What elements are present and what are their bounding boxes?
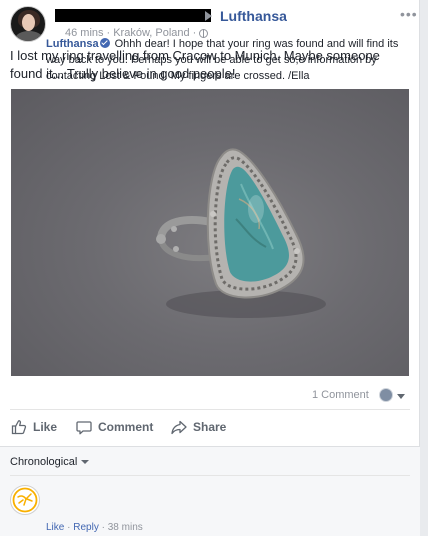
comments-count-link[interactable]: 1 Comment (312, 389, 369, 401)
more-options-icon[interactable]: ••• (400, 6, 418, 22)
comment-sort-dropdown[interactable]: Chronological (10, 456, 90, 468)
post-photo[interactable] (11, 89, 409, 376)
chevron-down-icon[interactable] (397, 394, 405, 399)
share-label: Share (193, 420, 227, 434)
share-button[interactable]: Share (171, 419, 226, 435)
comment-button[interactable]: Comment (76, 419, 153, 435)
redacted-author-name (55, 9, 211, 22)
page-background (420, 0, 428, 536)
verified-icon (99, 38, 110, 48)
like-button[interactable]: Like (11, 419, 57, 435)
post-card: Lufthansa ••• 46 mins · Kraków, Poland ·… (0, 0, 420, 536)
like-icon (11, 420, 27, 435)
page-name-link[interactable]: Lufthansa (220, 8, 287, 24)
commenter-avatar[interactable] (10, 485, 40, 515)
comment-time[interactable]: 38 mins (108, 522, 143, 533)
like-label: Like (33, 420, 58, 434)
caret-right-icon (205, 11, 212, 21)
comment-reply-link[interactable]: Reply (73, 522, 99, 533)
comment-label: Comment (98, 420, 154, 434)
divider (10, 475, 410, 476)
sort-label: Chronological (10, 456, 78, 468)
comment-author-link[interactable]: Lufthansa (46, 38, 99, 50)
comment-icon (76, 421, 92, 435)
share-icon (171, 420, 187, 435)
action-separator: · (67, 522, 71, 533)
action-separator: · (101, 522, 105, 533)
reaction-avatar[interactable] (379, 388, 393, 402)
chevron-down-icon (81, 460, 90, 464)
divider (10, 409, 410, 410)
author-avatar[interactable] (10, 6, 46, 42)
comment-actions: Like · Reply · 38 mins (46, 522, 143, 533)
comment-item: Lufthansa Ohhh dear! I hope that your ri… (46, 36, 412, 84)
lufthansa-crane-logo (12, 487, 38, 513)
comment-like-link[interactable]: Like (46, 522, 64, 533)
